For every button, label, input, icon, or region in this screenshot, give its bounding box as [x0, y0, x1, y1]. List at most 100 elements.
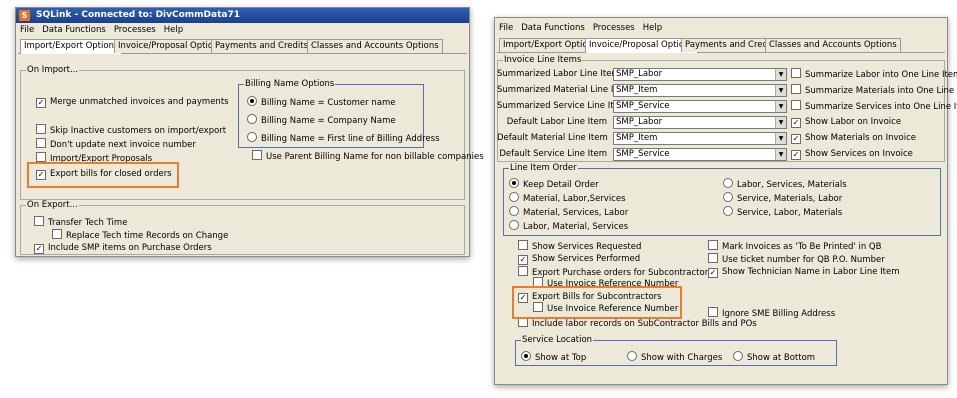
left-window: S SQLink - Connected to: DivCommData71 F…: [15, 7, 484, 257]
menu-processes[interactable]: Processes: [114, 25, 156, 35]
checkbox-box: [791, 68, 801, 78]
checkbox-box: [708, 253, 718, 263]
menu-bar: File Data Functions Processes Help: [495, 22, 947, 35]
default-service-select[interactable]: SMP_Service ▼: [613, 148, 787, 161]
line-item-order-label: Line Item Order: [509, 163, 578, 173]
service-show-bottom-radio[interactable]: Show at Bottom: [733, 351, 815, 363]
select-value: SMP_Labor: [616, 117, 663, 127]
tab-strip: Import/Export Options Invoice/Proposal O…: [497, 38, 945, 53]
chevron-down-icon[interactable]: ▼: [775, 149, 786, 160]
title-bar[interactable]: S SQLink - Connected to: DivCommData71: [16, 8, 469, 23]
radio-label: Labor, Services, Materials: [737, 180, 847, 190]
chevron-down-icon[interactable]: ▼: [775, 101, 786, 112]
dont-update-invoice-checkbox[interactable]: Don't update next invoice number: [36, 138, 196, 150]
radio-dot: [627, 351, 637, 361]
checkbox-label: Summarize Services into One Line Item: [805, 102, 957, 112]
service-show-top-radio[interactable]: Show at Top: [521, 351, 586, 363]
select-value: SMP_Labor: [616, 69, 663, 79]
tab-classes-accounts[interactable]: Classes and Accounts Options: [765, 38, 901, 52]
chevron-down-icon[interactable]: ▼: [775, 85, 786, 96]
checkbox-label: Use Parent Billing Name for non billable…: [266, 152, 484, 162]
billing-customer-radio[interactable]: Billing Name = Customer name: [247, 96, 395, 108]
show-labor-checkbox[interactable]: ✓ Show Labor on Invoice: [791, 116, 901, 128]
on-export-label: On Export...: [26, 200, 79, 210]
show-services-requested-checkbox[interactable]: Show Services Requested: [518, 240, 641, 252]
parent-billing-checkbox[interactable]: Use Parent Billing Name for non billable…: [252, 150, 484, 162]
service-location-label: Service Location: [521, 335, 594, 345]
summarized-service-select[interactable]: SMP_Service ▼: [613, 100, 787, 113]
ignore-sme-billing-checkbox[interactable]: Ignore SME Billing Address: [708, 307, 835, 319]
menu-data-functions[interactable]: Data Functions: [42, 25, 106, 35]
radio-label: Show with Charges: [641, 353, 723, 363]
menu-processes[interactable]: Processes: [593, 23, 635, 33]
billing-first-line-radio[interactable]: Billing Name = First line of Billing Add…: [247, 132, 440, 144]
show-services-checkbox[interactable]: ✓ Show Services on Invoice: [791, 148, 913, 160]
radio-label: Show at Top: [535, 353, 587, 363]
summarize-services-checkbox[interactable]: Summarize Services into One Line Item: [791, 100, 957, 112]
checkbox-label: Include SMP items on Purchase Orders: [48, 243, 212, 253]
default-labor-select[interactable]: SMP_Labor ▼: [613, 116, 787, 129]
radio-label: Billing Name = Customer name: [261, 98, 396, 108]
checkbox-label: Ignore SME Billing Address: [722, 309, 836, 319]
radio-dot: [247, 96, 257, 106]
tab-invoice-proposal[interactable]: Invoice/Proposal Options: [114, 39, 227, 53]
summarize-materials-checkbox[interactable]: Summarize Materials into One Line Item: [791, 84, 957, 96]
ticket-number-po-checkbox[interactable]: Use ticket number for QB P.O. Number: [708, 253, 885, 265]
show-materials-checkbox[interactable]: ✓ Show Materials on Invoice: [791, 132, 916, 144]
menu-bar: File Data Functions Processes Help: [16, 24, 469, 37]
radio-dot: [723, 192, 733, 202]
mark-to-be-printed-checkbox[interactable]: Mark Invoices as 'To Be Printed' in QB: [708, 240, 881, 252]
menu-help[interactable]: Help: [164, 25, 183, 35]
radio-label: Service, Materials, Labor: [737, 194, 843, 204]
include-smp-items-checkbox[interactable]: ✓ Include SMP items on Purchase Orders: [34, 242, 212, 254]
radio-label: Labor, Material, Services: [523, 222, 629, 232]
tab-payments-credits[interactable]: Payments and Credits: [211, 39, 313, 53]
menu-help[interactable]: Help: [643, 23, 662, 33]
skip-inactive-checkbox[interactable]: Skip Inactive customers on import/export: [36, 124, 226, 136]
checkbox-label: Show Technician Name in Labor Line Item: [722, 267, 900, 277]
show-services-performed-checkbox[interactable]: ✓ Show Services Performed: [518, 253, 640, 265]
order-material-services-labor-radio[interactable]: Material, Services, Labor: [509, 206, 628, 218]
checkbox-box: ✓: [791, 150, 801, 160]
app-icon: S: [19, 10, 30, 21]
summarize-labor-checkbox[interactable]: Summarize Labor into One Line Item: [791, 68, 957, 80]
default-material-select[interactable]: SMP_Item ▼: [613, 132, 787, 145]
menu-file[interactable]: File: [20, 25, 34, 35]
billing-company-radio[interactable]: Billing Name = Company Name: [247, 114, 396, 126]
order-material-labor-services-radio[interactable]: Material, Labor,Services: [509, 192, 626, 204]
order-labor-services-materials-radio[interactable]: Labor, Services, Materials: [723, 178, 847, 190]
radio-label: Service, Labor, Materials: [737, 208, 843, 218]
checkbox-label: Don't update next invoice number: [50, 140, 196, 150]
replace-tech-time-checkbox[interactable]: Replace Tech time Records on Change: [52, 229, 228, 241]
summarized-material-select[interactable]: SMP_Item ▼: [613, 84, 787, 97]
order-service-labor-materials-radio[interactable]: Service, Labor, Materials: [723, 206, 842, 218]
chevron-down-icon[interactable]: ▼: [775, 117, 786, 128]
chevron-down-icon[interactable]: ▼: [775, 69, 786, 80]
order-service-materials-labor-radio[interactable]: Service, Materials, Labor: [723, 192, 842, 204]
default-labor-label: Default Labor Line Item: [506, 117, 607, 127]
checkbox-box: ✓: [791, 134, 801, 144]
select-value: SMP_Item: [616, 133, 658, 143]
menu-data-functions[interactable]: Data Functions: [521, 23, 585, 33]
checkbox-label: Show Services Performed: [532, 254, 641, 264]
line-items-label: Invoice Line Items: [503, 55, 583, 65]
order-labor-material-services-radio[interactable]: Labor, Material, Services: [509, 220, 628, 232]
service-show-charges-radio[interactable]: Show with Charges: [627, 351, 722, 363]
show-technician-name-checkbox[interactable]: ✓ Show Technician Name in Labor Line Item: [708, 266, 900, 278]
order-keep-detail-radio[interactable]: Keep Detail Order: [509, 178, 599, 190]
menu-file[interactable]: File: [499, 23, 513, 33]
checkbox-box: [252, 150, 262, 160]
checkbox-box: [36, 152, 46, 162]
summarized-labor-select[interactable]: SMP_Labor ▼: [613, 68, 787, 81]
radio-dot: [521, 351, 531, 361]
checkbox-label: Mark Invoices as 'To Be Printed' in QB: [722, 242, 882, 252]
tab-import-export[interactable]: Import/Export Options: [20, 39, 123, 54]
chevron-down-icon[interactable]: ▼: [775, 133, 786, 144]
tab-classes-accounts[interactable]: Classes and Accounts Options: [307, 39, 443, 53]
radio-label: Material, Services, Labor: [523, 208, 629, 218]
highlight-box: [27, 162, 179, 188]
merge-unmatched-checkbox[interactable]: ✓ Merge unmatched invoices and payments: [36, 96, 229, 108]
checkbox-box: [708, 307, 718, 317]
checkbox-box: ✓: [36, 98, 46, 108]
transfer-tech-time-checkbox[interactable]: Transfer Tech Time: [34, 216, 127, 228]
